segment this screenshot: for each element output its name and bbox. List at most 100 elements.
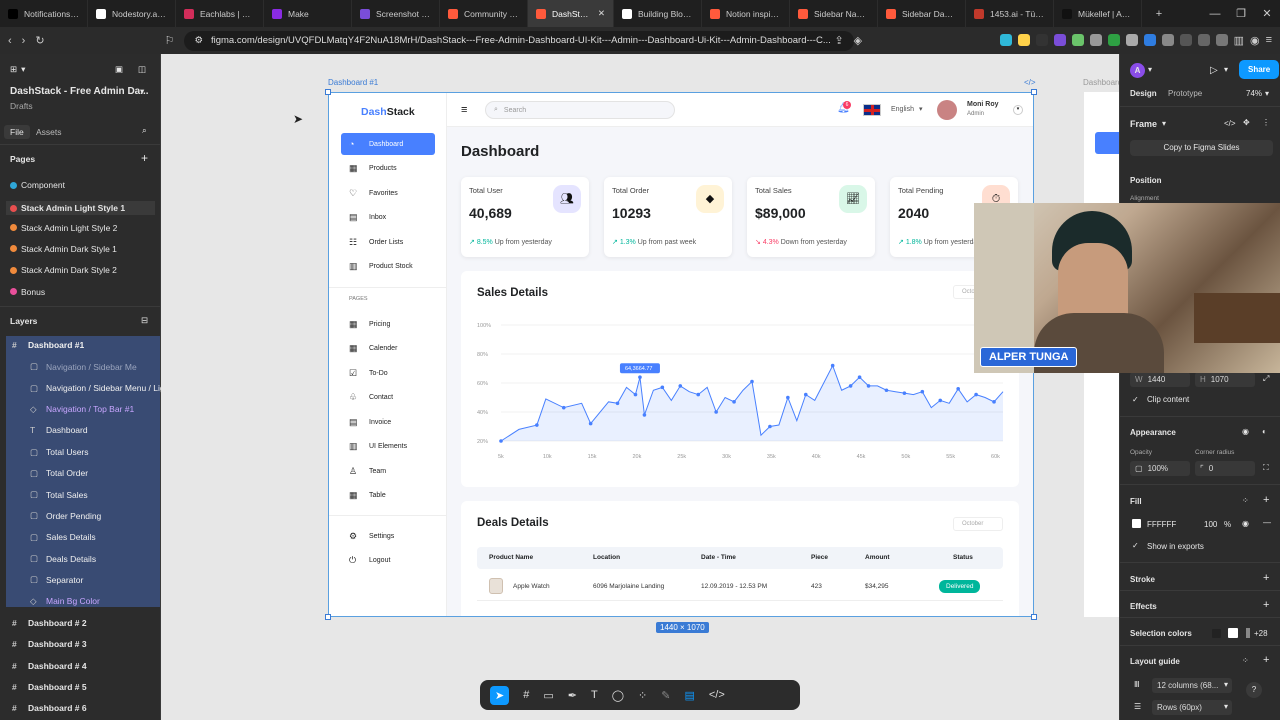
maximize-button[interactable]: ❐ (1228, 7, 1254, 20)
tab-assets[interactable]: Assets (36, 127, 62, 137)
chevron-down-icon[interactable]: ▾ (1224, 65, 1228, 74)
close-window-button[interactable]: ✕ (1254, 7, 1280, 20)
chevron-down-icon[interactable]: ▾ (140, 86, 144, 97)
chart-point[interactable] (535, 423, 539, 427)
fill-hex[interactable]: FFFFFF (1147, 520, 1176, 529)
share-button[interactable]: Share (1239, 60, 1280, 79)
page-item[interactable]: Stack Admin Light Style 2 (10, 223, 117, 233)
chart-point[interactable] (633, 392, 638, 397)
search-icon[interactable]: ⌕ (142, 125, 147, 136)
rows-dropdown[interactable]: Rows (60px) (1152, 700, 1232, 715)
nav-item-table[interactable]: ▦ Table (341, 485, 435, 507)
nav-item-logout[interactable]: ⏻ Logout (341, 550, 435, 572)
color-swatch[interactable] (1212, 629, 1221, 638)
nav-item-inbox[interactable]: ▤ Inbox (341, 207, 435, 229)
code-icon[interactable]: </> (1224, 119, 1236, 128)
chevron-down-icon[interactable]: ▾ (1162, 119, 1166, 128)
layer-item[interactable]: ▢ Order Pending (30, 510, 101, 521)
add-effect-icon[interactable]: + (1263, 599, 1269, 611)
styles-icon[interactable]: ⁘ (1242, 496, 1249, 505)
layer-item[interactable]: # Dashboard # 2 (12, 618, 87, 628)
browser-tab[interactable]: Notifications / X (0, 0, 88, 27)
chart-point[interactable] (642, 413, 647, 417)
browser-tab[interactable]: Notion inspired (702, 0, 790, 27)
brave-shield-icon[interactable]: ◈ (854, 34, 862, 47)
extension-icon[interactable] (1197, 34, 1210, 46)
nav-item-to-do[interactable]: ☑ To-Do (341, 362, 435, 384)
layout-toggle-icon[interactable]: ◫ (138, 64, 146, 75)
extension-icon[interactable] (1215, 34, 1228, 46)
nav-item-dashboard[interactable]: ◔ Dashboard (341, 133, 435, 155)
chart-point[interactable] (902, 391, 907, 395)
layer-item[interactable]: # Dashboard # 4 (12, 661, 87, 671)
chart-point[interactable] (938, 398, 943, 403)
move-tool-icon[interactable]: ➤ (490, 685, 510, 705)
frame-tool-icon[interactable]: # (523, 689, 529, 701)
site-info-icon[interactable]: ⚙ (194, 35, 203, 46)
chart-point[interactable] (499, 439, 503, 443)
layer-item[interactable]: ▢ Total Users (30, 447, 89, 458)
nav-item-product-stock[interactable]: ▥ Product Stock (341, 256, 435, 278)
zoom-level[interactable]: 74% (1246, 89, 1262, 98)
comment-tool-icon[interactable]: ◯ (612, 689, 624, 702)
remove-fill-icon[interactable]: — (1263, 518, 1271, 527)
new-tab-button[interactable]: + (1146, 8, 1172, 20)
blend-icon[interactable]: ◐ (1262, 427, 1267, 436)
user-avatar[interactable]: A (1130, 63, 1145, 78)
extension-icon[interactable] (1143, 34, 1156, 46)
layer-item[interactable]: T Dashboard (30, 425, 88, 435)
layer-item[interactable]: # Dashboard # 6 (12, 703, 87, 713)
checkbox-checked-icon[interactable]: ✓ (1132, 541, 1139, 550)
text-tool-icon[interactable]: T (591, 689, 598, 701)
page-item[interactable]: Bonus (10, 287, 45, 297)
tab-file[interactable]: File (4, 125, 30, 139)
add-stroke-icon[interactable]: + (1263, 572, 1269, 584)
extension-icon[interactable] (1071, 34, 1084, 46)
chart-point[interactable] (615, 401, 620, 406)
browser-tab[interactable]: Community - F (440, 0, 528, 27)
selection-handle[interactable] (1031, 89, 1037, 95)
fill-swatch[interactable] (1132, 519, 1141, 528)
rectangle-tool-icon[interactable]: ▭ (543, 689, 553, 702)
chart-point[interactable] (857, 375, 862, 379)
figma-logo-icon[interactable]: ⊞ (10, 64, 17, 75)
file-title[interactable]: DashStack - Free Admin Da... (10, 86, 149, 97)
chart-point[interactable] (974, 392, 978, 397)
chart-point[interactable] (696, 392, 701, 397)
chart-point[interactable] (750, 379, 754, 384)
add-fill-icon[interactable]: + (1263, 494, 1269, 506)
chart-point[interactable] (848, 384, 853, 388)
extension-icon[interactable] (1161, 34, 1174, 46)
nav-item-invoice[interactable]: ▤ Invoice (341, 411, 435, 433)
profile-icon[interactable]: ◉ (1250, 34, 1260, 47)
chart-point[interactable] (866, 384, 871, 388)
independent-corners-icon[interactable]: ⛶ (1263, 463, 1269, 473)
help-icon[interactable]: ? (1246, 682, 1262, 698)
extension-icon[interactable] (1107, 34, 1120, 46)
chevron-down-icon[interactable]: ▾ (1224, 702, 1228, 711)
chart-point[interactable] (803, 392, 808, 397)
nav-item-products[interactable]: ▦ Products (341, 158, 435, 180)
frame-type-label[interactable]: Frame (1130, 119, 1157, 129)
layer-item[interactable]: ▢ Navigation / Sidebar Me (30, 361, 137, 372)
layer-item[interactable]: ◇ Navigation / Top Bar #1 (30, 404, 134, 415)
sidebar-toggle-icon[interactable]: ▥ (1234, 34, 1244, 47)
pen-tool-icon[interactable]: ✒ (568, 689, 577, 702)
table-row[interactable]: Apple Watch 6096 Marjolaine Landing 12.09.… (477, 573, 1003, 601)
eye-icon[interactable]: ◉ (1242, 427, 1249, 436)
browser-tab[interactable]: DashStack ✕ (528, 0, 614, 27)
page-item[interactable]: Stack Admin Dark Style 1 (10, 244, 117, 254)
height-input[interactable]: H 1070 (1195, 372, 1255, 387)
nav-item-favorites[interactable]: ♡ Favorites (341, 182, 435, 204)
layer-item[interactable]: ▢ Total Order (30, 468, 88, 479)
fill-opacity[interactable]: 100 (1204, 520, 1217, 529)
selection-handle[interactable] (1031, 614, 1037, 620)
browser-tab[interactable]: Sidebar Naviga... (790, 0, 878, 27)
radius-input[interactable]: ⌜ 0 (1195, 461, 1255, 476)
selection-handle[interactable] (325, 614, 331, 620)
extension-icon[interactable] (1089, 34, 1102, 46)
close-tab-icon[interactable]: ✕ (598, 8, 605, 19)
more-icon[interactable]: ⋮ (1262, 118, 1270, 127)
checkbox-checked-icon[interactable]: ✓ (1132, 395, 1139, 404)
chart-point[interactable] (786, 395, 790, 400)
